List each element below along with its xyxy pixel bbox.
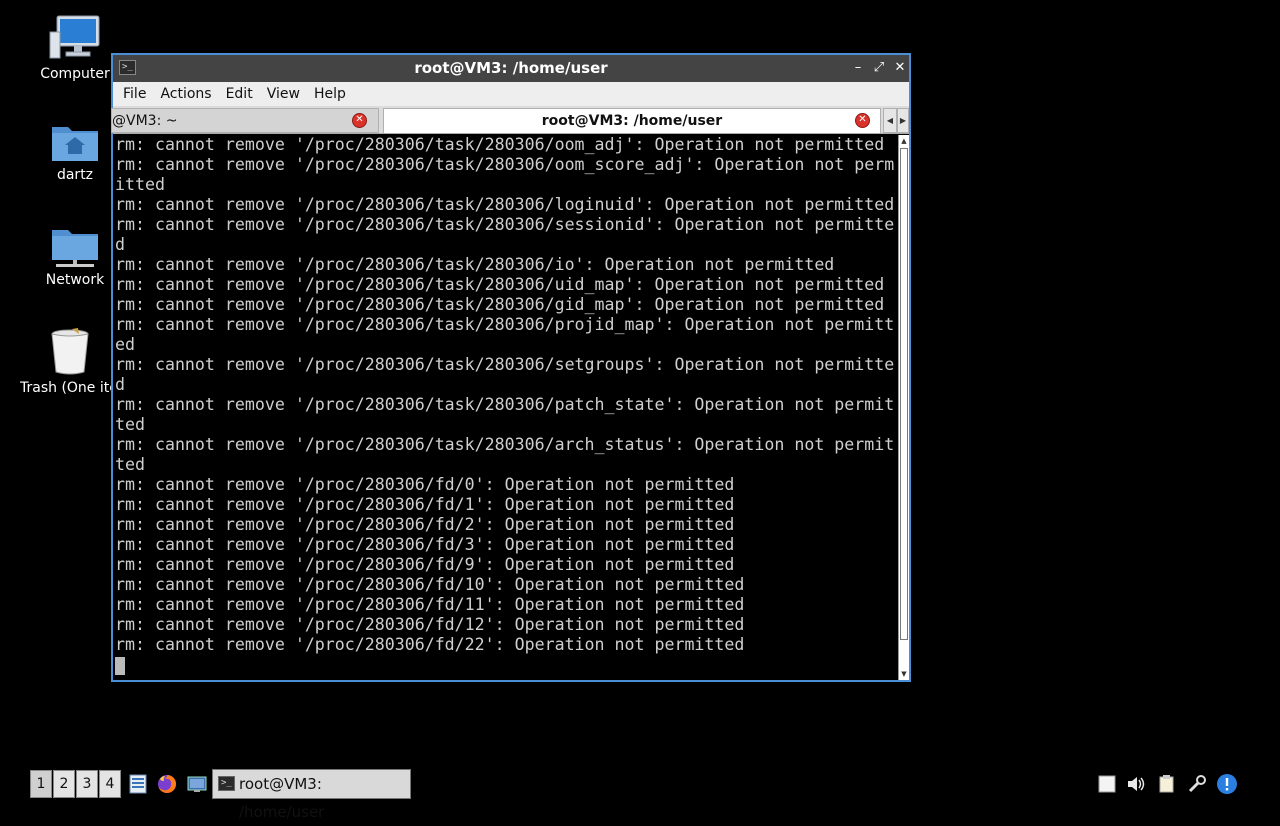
tab-scroll-left-icon[interactable]: ◀ — [883, 108, 897, 133]
network-folder-icon — [52, 230, 98, 267]
window-titlebar[interactable]: >_ root@VM3: /home/user – ⤢ ✕ — [113, 55, 909, 82]
file-manager-icon[interactable] — [127, 773, 149, 795]
scrollbar-thumb[interactable] — [900, 148, 908, 640]
terminal-line: rm: cannot remove '/proc/280306/task/280… — [115, 355, 895, 374]
close-tab-icon[interactable]: ✕ — [855, 113, 870, 128]
desktop-icon-label: Trash (One item) — [20, 380, 120, 396]
menu-help[interactable]: Help — [307, 82, 353, 106]
terminal-output[interactable]: rm: cannot remove '/proc/280306/task/280… — [113, 135, 898, 680]
terminal-line: rm: cannot remove '/proc/280306/task/280… — [115, 395, 895, 414]
terminal-cursor — [115, 656, 125, 675]
window-title: root@VM3: /home/user — [414, 59, 608, 77]
terminal-line: rm: cannot remove '/proc/280306/fd/10': … — [115, 575, 745, 594]
terminal-line: rm: cannot remove '/proc/280306/task/280… — [115, 215, 895, 234]
desktop-icon-trash[interactable]: Trash (One item) — [20, 328, 120, 396]
show-desktop-icon[interactable] — [186, 773, 208, 795]
terminal-line: rm: cannot remove '/proc/280306/task/280… — [115, 435, 895, 454]
terminal-line: rm: cannot remove '/proc/280306/fd/1': O… — [115, 495, 735, 514]
terminal-line: rm: cannot remove '/proc/280306/fd/0': O… — [115, 475, 735, 494]
terminal-line: rm: cannot remove '/proc/280306/fd/9': O… — [115, 555, 735, 574]
menu-file[interactable]: File — [113, 82, 153, 106]
vertical-scrollbar[interactable]: ▲ ▼ — [898, 135, 909, 680]
volume-icon[interactable] — [1125, 773, 1147, 795]
update-notification-icon[interactable] — [1216, 773, 1238, 795]
tab-home-user[interactable]: root@VM3: /home/user ✕ — [383, 108, 881, 133]
terminal-line: itted — [115, 175, 165, 194]
terminal-line: rm: cannot remove '/proc/280306/fd/11': … — [115, 595, 745, 614]
maximize-button[interactable]: ⤢ — [870, 59, 888, 77]
terminal-line: rm: cannot remove '/proc/280306/task/280… — [115, 315, 895, 334]
trash-icon — [51, 328, 89, 375]
terminal-line: rm: cannot remove '/proc/280306/task/280… — [115, 255, 835, 274]
terminal-line: rm: cannot remove '/proc/280306/task/280… — [115, 275, 885, 294]
firefox-icon[interactable] — [156, 773, 178, 795]
task-terminal-button[interactable]: >_ root@VM3: /home/user — [212, 769, 411, 821]
workspace-3[interactable]: 3 — [76, 770, 98, 798]
tab-bar: @VM3: ~ ✕ root@VM3: /home/user ✕ ◀ ▶ — [111, 106, 909, 134]
task-label: root@VM3: /home/user — [239, 775, 325, 821]
tab-label: root@VM3: /home/user — [541, 113, 723, 129]
terminal-line: ed — [115, 335, 135, 354]
terminal-line: rm: cannot remove '/proc/280306/task/280… — [115, 155, 895, 174]
terminal-line: ted — [115, 455, 145, 474]
terminal-line: rm: cannot remove '/proc/280306/fd/3': O… — [115, 535, 735, 554]
menu-actions[interactable]: Actions — [153, 82, 218, 106]
workspace-2[interactable]: 2 — [53, 770, 75, 798]
terminal-line: d — [115, 375, 125, 394]
desktop: Computer dartz Network Trash (One item) … — [0, 0, 1280, 821]
network-tool-icon[interactable] — [1186, 773, 1208, 795]
terminal-line: rm: cannot remove '/proc/280306/task/280… — [115, 135, 885, 154]
close-button[interactable]: ✕ — [891, 59, 909, 77]
tab-scroll-right-icon[interactable]: ▶ — [897, 108, 909, 133]
menu-view[interactable]: View — [260, 82, 307, 106]
computer-icon — [49, 15, 100, 59]
taskbar: 1 2 3 4 >_ root@VM3: /home/user — [0, 766, 1280, 821]
close-tab-icon[interactable]: ✕ — [352, 113, 367, 128]
minimize-button[interactable]: – — [849, 59, 867, 77]
clipboard-icon[interactable] — [1096, 773, 1118, 795]
terminal-line: rm: cannot remove '/proc/280306/fd/2': O… — [115, 515, 735, 534]
workspace-1[interactable]: 1 — [30, 770, 52, 798]
terminal-line: rm: cannot remove '/proc/280306/task/280… — [115, 195, 895, 214]
tab-home[interactable]: @VM3: ~ ✕ — [111, 108, 379, 133]
scroll-up-icon[interactable]: ▲ — [899, 135, 909, 147]
terminal-line: rm: cannot remove '/proc/280306/fd/12': … — [115, 615, 745, 634]
home-folder-icon — [52, 127, 98, 161]
menu-bar: File Actions Edit View Help — [113, 82, 909, 106]
tab-label: @VM3: ~ — [112, 113, 178, 129]
workspace-4[interactable]: 4 — [99, 770, 121, 798]
menu-edit[interactable]: Edit — [219, 82, 260, 106]
terminal-line: d — [115, 235, 125, 254]
terminal-prompt-line — [113, 655, 898, 675]
scroll-down-icon[interactable]: ▼ — [899, 668, 909, 680]
terminal-line: ted — [115, 415, 145, 434]
notes-icon[interactable] — [1156, 773, 1178, 795]
terminal-window[interactable]: >_ root@VM3: /home/user – ⤢ ✕ File Action… — [111, 53, 911, 682]
terminal-line: rm: cannot remove '/proc/280306/task/280… — [115, 295, 885, 314]
terminal-app-icon: >_ — [218, 776, 235, 791]
terminal-line: rm: cannot remove '/proc/280306/fd/22': … — [115, 635, 745, 654]
